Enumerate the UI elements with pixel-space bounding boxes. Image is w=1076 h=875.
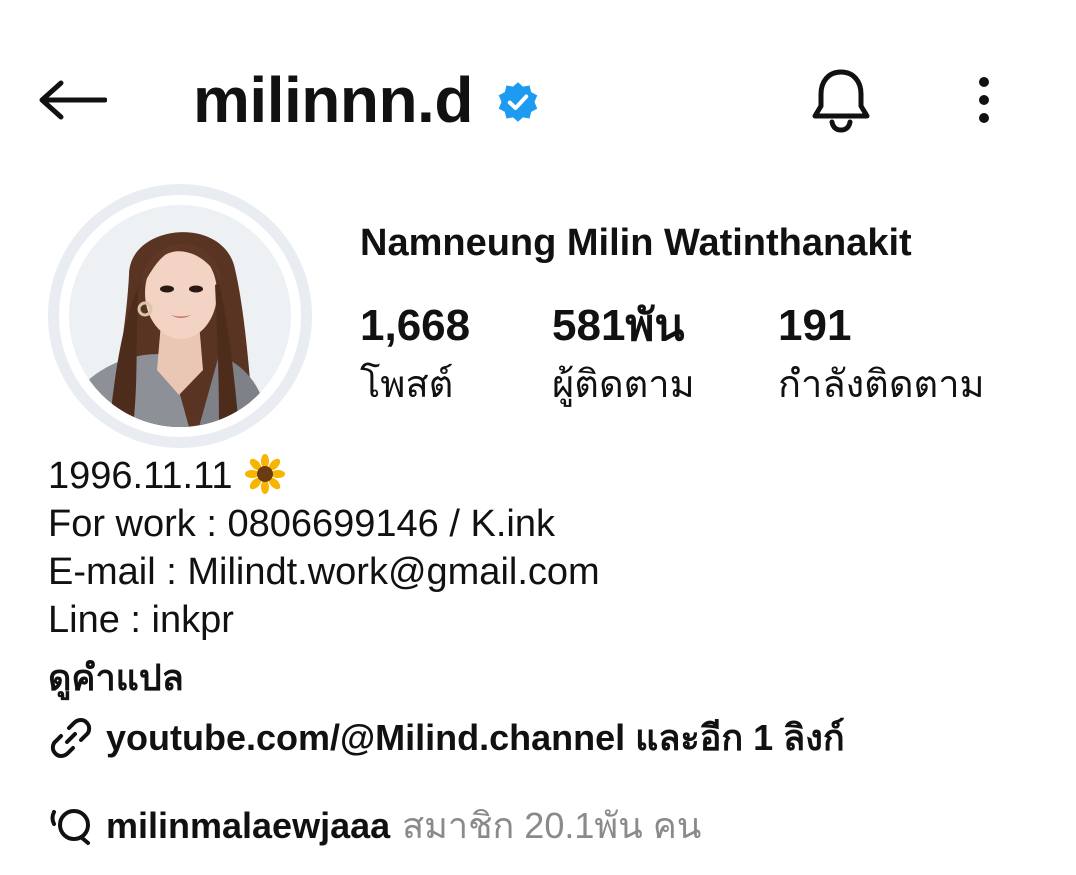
- bio-link[interactable]: youtube.com/@Milind.channel และอีก 1 ลิง…: [48, 712, 845, 764]
- verified-badge-icon: [498, 82, 538, 122]
- broadcast-channel-icon: [50, 809, 90, 845]
- arrow-left-icon: [39, 80, 107, 120]
- following-count: 191: [778, 301, 852, 350]
- notifications-button[interactable]: [806, 62, 876, 138]
- following-stat[interactable]: 191 กำลังติดตาม: [778, 298, 985, 410]
- bio-line-email: E-mail : Milindt.work@gmail.com: [48, 551, 600, 593]
- profile-username: milinnn.d: [193, 64, 473, 136]
- profile-full-name: Namneung Milin Watinthanakit: [360, 222, 912, 264]
- more-options-button[interactable]: [962, 70, 1006, 130]
- posts-count: 1,668: [360, 301, 471, 350]
- sunflower-icon: [244, 454, 285, 494]
- avatar-photo: [69, 205, 291, 427]
- channel-name: milinmalaewjaaa: [106, 805, 391, 846]
- dot: [979, 113, 989, 123]
- followers-count: 581พัน: [552, 301, 685, 350]
- link-icon: [50, 718, 92, 758]
- see-translation-link[interactable]: ดูคำแปล: [48, 654, 184, 702]
- followers-stat[interactable]: 581พัน ผู้ติดตาม: [552, 298, 695, 410]
- dot: [979, 95, 989, 105]
- back-button[interactable]: [34, 70, 110, 130]
- channel-member-count: สมาชิก 20.1พัน คน: [402, 805, 702, 846]
- bio-line-line-id: Line : inkpr: [48, 599, 234, 641]
- broadcast-channel[interactable]: milinmalaewjaaa สมาชิก 20.1พัน คน: [48, 800, 701, 852]
- followers-label: ผู้ติดตาม: [552, 364, 695, 406]
- profile-avatar[interactable]: [48, 184, 312, 448]
- bell-icon: [812, 69, 870, 133]
- bio-birthday-text: 1996.11.11: [48, 455, 233, 497]
- avatar-border: [59, 195, 301, 437]
- following-label: กำลังติดตาม: [778, 364, 985, 406]
- bio-link-text: youtube.com/@Milind.channel และอีก 1 ลิง…: [106, 717, 845, 758]
- posts-label: โพสต์: [360, 364, 454, 406]
- posts-stat[interactable]: 1,668 โพสต์: [360, 298, 470, 410]
- bio-line-work: For work : 0806699146 / K.ink: [48, 503, 555, 545]
- bio-line-birthday: 1996.11.11: [48, 452, 285, 500]
- dot: [979, 77, 989, 87]
